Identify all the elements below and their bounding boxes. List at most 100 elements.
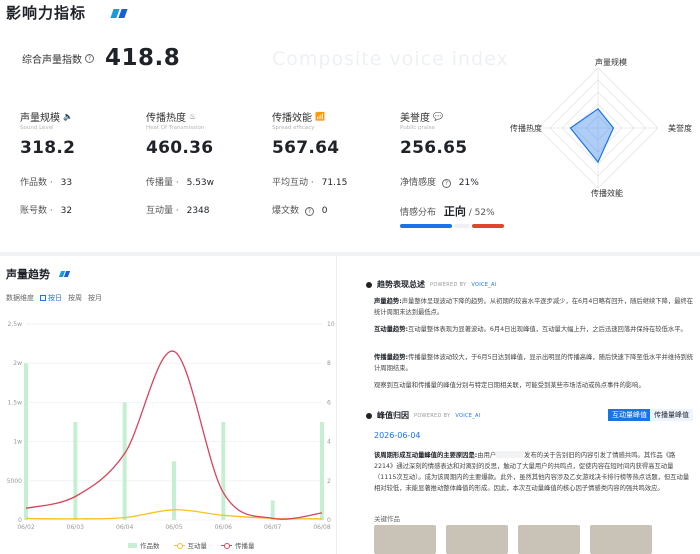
metric-subtitle: Spread efficacy — [272, 125, 315, 131]
summary-paragraph: 传播量趋势:传播量整体波动较大，于6月5日达到峰值，显示出明显的传播高峰，随后快… — [374, 354, 694, 372]
help-icon[interactable]: ? — [441, 179, 451, 188]
bar-swatch-icon — [128, 542, 137, 548]
metric-value: 256.65 — [400, 138, 468, 158]
summary-header: 趋势表现总述 POWERED BY VOICE_AI — [366, 279, 497, 290]
x-tick-label: 06/07 — [264, 524, 281, 531]
y-tick-label-right: 2 — [327, 478, 331, 485]
peak-date: 2026-06-04 — [374, 431, 421, 440]
radar-label-left: 传播热度 — [510, 124, 542, 133]
peak-paragraph: 该周期形成互动量峰值的主要原因是:由用户 发布的关于告别旧的内容引发了情感共鸣。其… — [374, 451, 690, 492]
overall-index: 综合声量指数 ? 418.8 — [22, 42, 180, 74]
metric-sound-level: 声量规模 🔈 Sound Level 318.2 — [20, 109, 75, 158]
peak-header: 峰值归因 POWERED BY VOICE_AI — [366, 410, 481, 421]
works-bar — [73, 422, 78, 520]
work-thumbnail[interactable] — [590, 525, 652, 554]
legend-spread[interactable]: 传播量 — [221, 540, 255, 550]
y-tick-label-left: 5000 — [7, 478, 22, 485]
redacted-username — [496, 451, 525, 458]
key-works-thumbnails — [374, 525, 652, 554]
radar-label-bottom: 传播效能 — [591, 189, 623, 198]
metric-title: 美誉度 — [400, 113, 430, 124]
peak-spread-button[interactable]: 传播量峰值 — [650, 409, 693, 421]
sentiment-bar-negative — [471, 224, 504, 228]
line-swatch-icon — [173, 542, 185, 549]
x-tick-label: 06/04 — [116, 524, 133, 531]
chart-legend: 作品数 互动量 传播量 — [128, 540, 255, 550]
stat-works: 作品数 · 33 — [20, 178, 73, 188]
sentiment-bar — [400, 224, 504, 228]
metric-subtitle: Public praise — [400, 125, 435, 131]
metric-praise: 美誉度 💬 Public praise 256.65 — [400, 109, 467, 158]
signal-icon: 📶 — [315, 112, 325, 121]
works-bar — [24, 363, 28, 520]
dimension-tabs: 数据维度 按日 按周 按月 — [6, 293, 102, 303]
tab-by-week[interactable]: 按周 — [68, 293, 82, 303]
peak-interactions-button[interactable]: 互动量峰值 — [608, 409, 651, 421]
work-thumbnail[interactable] — [374, 525, 436, 554]
work-thumbnail[interactable] — [446, 525, 508, 554]
radar-label-right: 美誉度 — [668, 124, 692, 133]
calendar-icon — [40, 295, 46, 301]
metric-title: 传播热度 — [146, 113, 186, 124]
works-bar — [122, 402, 127, 520]
speaker-icon: 🔈 — [63, 112, 73, 121]
trend-chart: 0 5000 1w 1.5w 2w 2.5w 0 2 4 6 8 10 06/02 06/03 06/04 0… — [7, 321, 335, 531]
metric-value: 318.2 — [20, 138, 76, 158]
metric-title: 传播效能 — [272, 113, 312, 124]
x-tick-label: 06/02 — [17, 524, 34, 531]
title-decoration — [110, 9, 128, 18]
summary-paragraph: 互动量趋势:互动量整体表现为显著波动。6月4日出现峰值，互动量大幅上升，之后迅速… — [374, 326, 687, 333]
sentiment-bar-positive — [400, 224, 453, 228]
y-tick-label-right: 8 — [327, 360, 331, 367]
sentiment-bar-neutral — [454, 224, 470, 228]
stat-viral-posts: 爆文数 ? 0 — [272, 206, 328, 216]
powered-brand: VOICE_AI — [471, 281, 497, 288]
stat-sentiment-distribution: 情感分布 正向 / 52% — [400, 205, 495, 218]
metric-value: 460.36 — [146, 138, 214, 158]
radar-label-top: 声量规模 — [595, 58, 627, 67]
section-title-trend: 声量趋势 — [6, 268, 50, 281]
powered-by: POWERED BY — [430, 281, 467, 288]
x-tick-label: 06/05 — [165, 524, 182, 531]
work-thumbnail[interactable] — [518, 525, 580, 554]
works-bar — [270, 500, 275, 520]
metric-efficacy: 传播效能 📶 Spread efficacy 567.64 — [272, 109, 339, 158]
works-bar — [320, 422, 324, 520]
y-tick-label-right: 4 — [327, 439, 331, 446]
metric-title: 声量规模 — [20, 113, 60, 124]
legend-interactions[interactable]: 互动量 — [173, 540, 207, 550]
section-divider — [0, 252, 700, 256]
powered-brand: VOICE_AI — [455, 412, 481, 419]
y-tick-label-left: 1.5w — [8, 399, 23, 406]
dimension-label: 数据维度 — [6, 294, 34, 302]
tab-by-month[interactable]: 按月 — [88, 293, 102, 303]
y-tick-label-right: 0 — [327, 517, 331, 524]
stat-interactions: 互动量 · 2348 — [146, 206, 210, 216]
metric-subtitle: Heat Of Transmission — [146, 125, 205, 131]
bullet-icon — [366, 412, 372, 419]
y-tick-label-left: 1w — [13, 439, 22, 446]
x-tick-label: 06/06 — [215, 524, 232, 531]
help-icon[interactable]: ? — [85, 53, 94, 63]
stat-accounts: 账号数 · 32 — [20, 206, 73, 216]
summary-title: 趋势表现总述 — [377, 280, 425, 289]
stat-avg-interaction: 平均互动 · 71.15 — [272, 178, 348, 188]
bullet-icon — [366, 281, 372, 288]
works-bar — [221, 422, 226, 520]
metric-value: 567.64 — [272, 138, 340, 158]
key-works-label: 关键作品 — [374, 515, 400, 523]
overall-label: 综合声量指数 — [22, 54, 82, 66]
help-icon[interactable]: ? — [304, 207, 314, 216]
tab-by-day[interactable]: 按日 — [40, 293, 62, 303]
y-tick-label-right: 10 — [327, 321, 335, 328]
radar-chart — [537, 67, 659, 189]
stat-net-sentiment: 净情感度 ? 21% — [400, 178, 479, 188]
legend-works[interactable]: 作品数 — [128, 540, 160, 550]
y-tick-label-left: 2w — [13, 360, 22, 367]
radar-value-area — [569, 108, 615, 164]
flame-icon: ♨ — [189, 112, 197, 121]
metric-subtitle: Sound Level — [20, 125, 54, 131]
y-tick-label-left: 2.5w — [8, 321, 23, 328]
x-tick-label: 06/03 — [67, 524, 84, 531]
y-tick-label-right: 6 — [327, 399, 331, 406]
